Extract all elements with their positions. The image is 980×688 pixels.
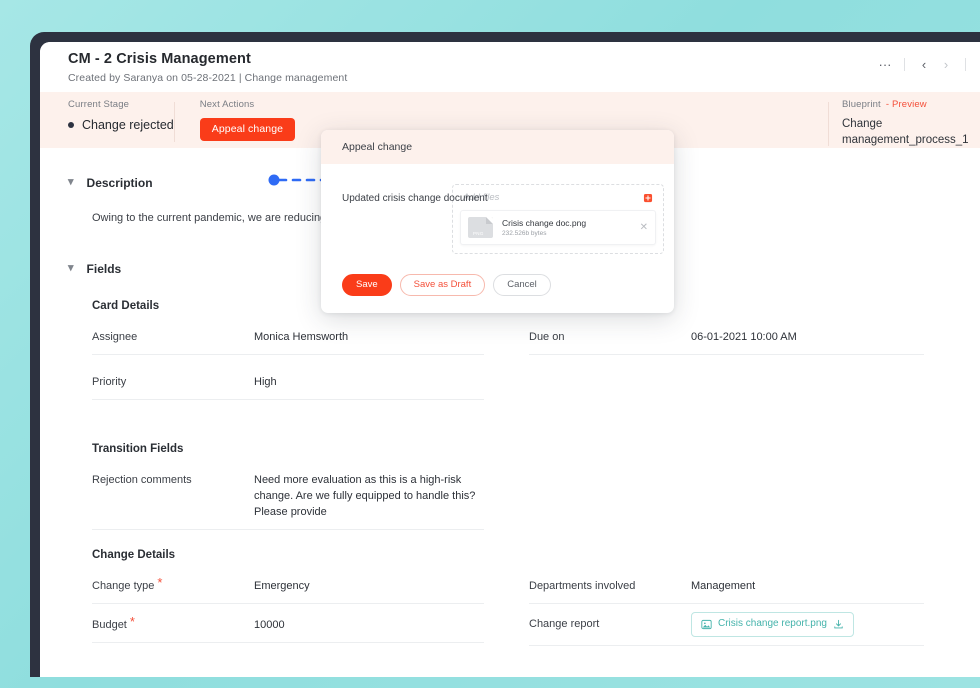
appeal-change-button[interactable]: Appeal change bbox=[199, 118, 296, 141]
remove-file-icon[interactable]: ✕ bbox=[640, 222, 648, 233]
chevron-down-icon[interactable]: ▾ bbox=[68, 176, 74, 188]
field-value: Crisis change report.png bbox=[691, 612, 924, 637]
close-icon[interactable]: ✕ bbox=[974, 54, 980, 74]
table-row: Rejection comments Need more evaluation … bbox=[92, 473, 484, 530]
file-thumbnail-icon: PNG bbox=[468, 217, 493, 238]
record-header: CM - 2 Crisis Management Created by Sara… bbox=[40, 42, 980, 92]
upload-field-label: Updated crisis change document bbox=[342, 193, 488, 204]
table-row: Change report Crisis change report.png bbox=[529, 612, 924, 646]
table-row: Assignee Monica Hemsworth bbox=[92, 330, 484, 355]
field-label: Priority bbox=[92, 376, 127, 388]
device-frame: CM - 2 Crisis Management Created by Sara… bbox=[30, 32, 980, 677]
field-value: Management bbox=[691, 580, 756, 592]
field-label: Rejection comments bbox=[92, 474, 192, 486]
record-meta: Created by Saranya on 05-28-2021 | Chang… bbox=[68, 72, 348, 84]
current-stage-label: Current Stage bbox=[68, 99, 130, 110]
table-row: Budget * 10000 bbox=[92, 614, 484, 643]
appeal-change-modal: Appeal change Updated crisis change docu… bbox=[321, 130, 674, 313]
uploaded-file-size: 232.526b bytes bbox=[502, 230, 547, 238]
modal-header: Appeal change bbox=[321, 130, 674, 164]
field-label: Departments involved bbox=[529, 580, 636, 592]
field-label: Change report bbox=[529, 618, 600, 630]
table-row: Departments involved Management bbox=[529, 579, 924, 604]
field-value: 10000 bbox=[254, 619, 285, 631]
field-label: Due on bbox=[529, 331, 565, 343]
chevron-down-icon[interactable]: ▾ bbox=[68, 262, 74, 274]
divider bbox=[965, 57, 966, 71]
field-value: Emergency bbox=[254, 580, 310, 592]
field-value: High bbox=[254, 376, 277, 388]
file-upload-input-row[interactable]: Add files bbox=[460, 191, 656, 210]
required-asterisk: * bbox=[157, 575, 163, 590]
blueprint-label: Blueprint - Preview bbox=[842, 99, 980, 110]
save-as-draft-button[interactable]: Save as Draft bbox=[399, 273, 486, 296]
change-details-title: Change Details bbox=[92, 549, 176, 561]
image-file-icon bbox=[701, 619, 712, 629]
next-actions-block: Next Actions Appeal change bbox=[173, 99, 296, 142]
field-label-text: Change type bbox=[92, 580, 155, 592]
field-value: Monica Hemsworth bbox=[254, 331, 349, 343]
field-label: Budget * bbox=[92, 614, 254, 634]
field-label: Assignee bbox=[92, 331, 138, 343]
file-meta: Crisis change doc.png 232.526b bytes bbox=[502, 218, 631, 238]
table-row: Change type * Emergency bbox=[92, 575, 484, 604]
blueprint-label-text: Blueprint bbox=[842, 99, 881, 110]
field-label: Change type * bbox=[92, 575, 254, 595]
modal-body: Updated crisis change document Add files… bbox=[321, 164, 674, 254]
table-row: Priority High bbox=[92, 375, 484, 400]
change-report-file-chip[interactable]: Crisis change report.png bbox=[691, 612, 854, 637]
cancel-button[interactable]: Cancel bbox=[493, 273, 551, 296]
more-options-icon[interactable]: ··· bbox=[874, 54, 896, 74]
current-stage-text: Change rejected bbox=[82, 118, 174, 132]
blueprint-name: Change management_process_1 bbox=[842, 118, 969, 146]
fields-title: Fields bbox=[86, 262, 122, 276]
previous-record-icon[interactable]: ‹ bbox=[913, 54, 935, 74]
stage-dot-icon bbox=[68, 122, 74, 128]
field-label-text: Budget bbox=[92, 619, 127, 631]
card-details-grid: Assignee Monica Hemsworth Due on 06-01-2… bbox=[40, 318, 980, 408]
field-value: Need more evaluation as this is a high-r… bbox=[254, 474, 476, 518]
modal-title: Appeal change bbox=[342, 141, 413, 153]
current-stage-value: Change rejected bbox=[68, 118, 174, 132]
current-stage-block: Current Stage Change rejected bbox=[40, 99, 174, 132]
description-title: Description bbox=[86, 176, 153, 190]
modal-footer: Save Save as Draft Cancel bbox=[342, 273, 551, 296]
blueprint-preview-link[interactable]: - Preview bbox=[886, 99, 927, 110]
file-extension-label: PNG bbox=[473, 231, 484, 236]
attach-file-icon[interactable] bbox=[643, 193, 653, 203]
uploaded-file-item: PNG Crisis change doc.png 232.526b bytes… bbox=[460, 210, 656, 245]
next-actions-label: Next Actions bbox=[199, 99, 255, 110]
transition-fields-grid: Rejection comments Need more evaluation … bbox=[40, 461, 980, 530]
field-value: 06-01-2021 10:00 AM bbox=[691, 331, 797, 343]
transition-fields-title: Transition Fields bbox=[92, 443, 184, 455]
required-asterisk: * bbox=[129, 614, 135, 629]
description-text: Owing to the current pandemic, we are re… bbox=[92, 212, 342, 224]
page-title: CM - 2 Crisis Management bbox=[68, 51, 251, 67]
record-detail-card: CM - 2 Crisis Management Created by Sara… bbox=[40, 42, 980, 677]
uploaded-file-name: Crisis change doc.png bbox=[502, 217, 587, 228]
change-details-grid: Change type * Emergency Departments invol… bbox=[40, 567, 980, 662]
change-report-file-name: Crisis change report.png bbox=[718, 618, 827, 629]
save-button[interactable]: Save bbox=[342, 273, 392, 296]
table-row: Due on 06-01-2021 10:00 AM bbox=[529, 330, 924, 355]
next-record-icon[interactable]: › bbox=[935, 54, 957, 74]
download-icon[interactable] bbox=[833, 619, 844, 630]
blueprint-block: Blueprint - Preview Change management_pro… bbox=[828, 99, 980, 148]
divider bbox=[904, 57, 905, 71]
header-actions: ··· ‹ › ✕ bbox=[874, 54, 980, 74]
